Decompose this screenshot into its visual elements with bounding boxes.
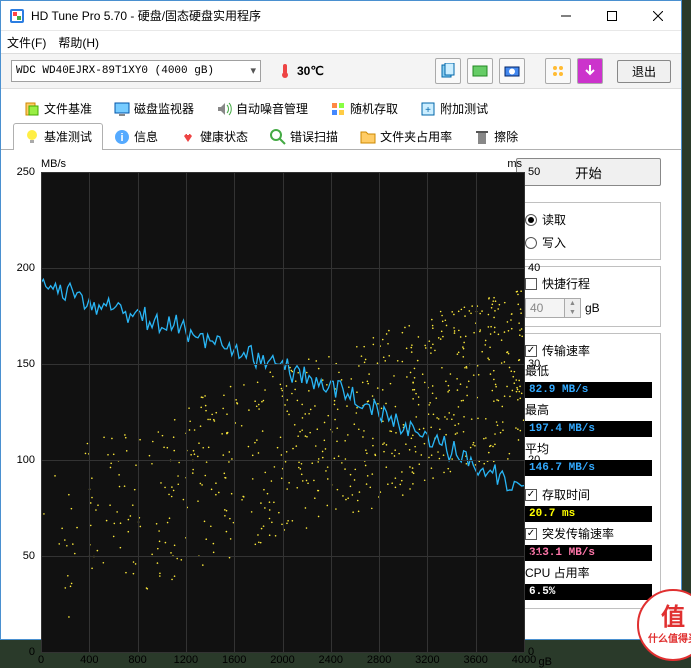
menu-help[interactable]: 帮助(H) [58,34,99,51]
transfer-check[interactable]: 传输速率 [525,342,652,359]
window-title: HD Tune Pro 5.70 - 硬盘/固态硬盘实用程序 [31,7,543,24]
short-stroke-check[interactable]: 快捷行程 [525,275,652,292]
health-icon [180,129,196,145]
tab-bulb[interactable]: 基准测试 [13,123,103,149]
app-window: HD Tune Pro 5.70 - 硬盘/固态硬盘实用程序 文件(F) 帮助(… [0,0,682,640]
drive-select[interactable]: WDC WD40EJRX-89T1XY0 (4000 gB) [11,60,261,82]
thermometer-icon [277,63,293,79]
tab-row-1: 文件基准磁盘监视器自动噪音管理随机存取+附加测试 [1,93,681,121]
tab-scan[interactable]: 错误扫描 [259,123,349,149]
y2-axis-unit: ms [507,158,522,170]
exit-button[interactable]: 退出 [617,60,671,83]
minimize-button[interactable] [543,1,589,31]
cpu-value: 6.5% [525,584,652,600]
burst-value: 313.1 MB/s [525,545,652,561]
app-icon [9,8,25,24]
tab-speaker[interactable]: 自动噪音管理 [205,95,319,121]
max-value: 197.4 MB/s [525,421,652,437]
read-radio[interactable]: 读取 [525,211,652,228]
avg-label: 平均 [525,440,652,457]
close-button[interactable] [635,1,681,31]
svg-text:+: + [425,105,431,116]
maximize-button[interactable] [589,1,635,31]
screenshot-button[interactable] [467,58,493,84]
spin-up[interactable]: ▲ [564,299,580,308]
toolbar: WDC WD40EJRX-89T1XY0 (4000 gB) 30℃ 退出 [1,53,681,89]
settings-button[interactable] [545,58,571,84]
max-label: 最高 [525,401,652,418]
stride-spinner[interactable]: 40 ▲▼ [525,298,581,318]
random-icon [330,101,346,117]
svg-text:i: i [120,132,123,144]
save-button[interactable] [577,58,603,84]
monitor-icon [114,101,130,117]
spin-down[interactable]: ▼ [564,308,580,317]
file-bench-icon [24,101,40,117]
info-icon: i [114,129,130,145]
avg-value: 146.7 MB/s [525,460,652,476]
scan-icon [270,129,286,145]
folder-icon [360,129,376,145]
tab-info[interactable]: i信息 [103,123,169,149]
temperature: 30℃ [277,63,324,79]
camera-button[interactable] [499,58,525,84]
tab-folder[interactable]: 文件夹占用率 [349,123,463,149]
tab-extra[interactable]: +附加测试 [409,95,499,121]
access-value: 20.7 ms [525,506,652,522]
x-axis-unit: gB [539,656,552,668]
y-axis-unit: MB/s [41,158,66,170]
copy-info-button[interactable] [435,58,461,84]
cpu-label: CPU 占用率 [525,564,652,581]
write-radio[interactable]: 写入 [525,234,652,251]
access-check[interactable]: 存取时间 [525,486,652,503]
tab-file-bench[interactable]: 文件基准 [13,95,103,121]
tab-monitor[interactable]: 磁盘监视器 [103,95,205,121]
speaker-icon [216,101,232,117]
tab-row-2: 基准测试i信息健康状态错误扫描文件夹占用率擦除 [1,121,681,150]
chart-area: MB/s ms 050100150200250 01020304050 0400… [13,158,508,652]
menubar: 文件(F) 帮助(H) [1,31,681,53]
bulb-icon [24,129,40,145]
burst-check[interactable]: 突发传输速率 [525,525,652,542]
tab-random[interactable]: 随机存取 [319,95,409,121]
tab-health[interactable]: 健康状态 [169,123,259,149]
benchmark-chart: 050100150200250 01020304050 040080012001… [41,172,524,652]
erase-icon [474,129,490,145]
content-area: MB/s ms 050100150200250 01020304050 0400… [1,150,681,660]
tab-erase[interactable]: 擦除 [463,123,529,149]
min-label: 最低 [525,362,652,379]
min-value: 82.9 MB/s [525,382,652,398]
titlebar: HD Tune Pro 5.70 - 硬盘/固态硬盘实用程序 [1,1,681,31]
extra-icon: + [420,101,436,117]
menu-file[interactable]: 文件(F) [7,34,46,51]
